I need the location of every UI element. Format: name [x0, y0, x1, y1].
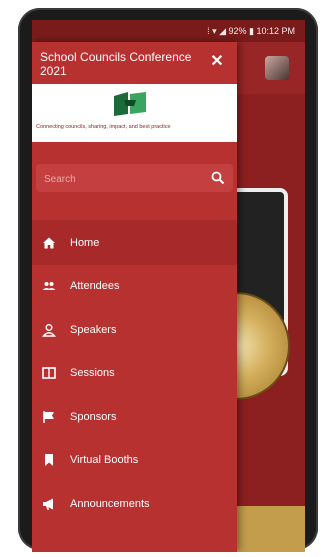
sidebar-item-label: Announcements [70, 497, 150, 510]
sidebar-item-label: Speakers [70, 323, 117, 336]
sidebar-item-label: Sponsors [70, 410, 117, 423]
drawer-title: School Councils Conference 2021 [40, 50, 192, 78]
navigation-drawer: School Councils Conference 2021 ✕ Connec… [32, 42, 237, 552]
sidebar-item-sessions[interactable]: Sessions [32, 352, 237, 396]
app-screen: ⁞ ▾ ◢ 92% ▮ 10:12 PM School Councils Con… [32, 20, 305, 552]
bookmark-icon [42, 453, 56, 467]
sidebar-item-speakers[interactable]: Speakers [32, 308, 237, 352]
status-text: ⁞ ▾ ◢ 92% ▮ 10:12 PM [207, 25, 295, 36]
megaphone-icon [42, 497, 56, 511]
conference-tagline: Connecting councils, sharing, impact, an… [36, 124, 171, 130]
sidebar-item-sponsors[interactable]: Sponsors [32, 395, 237, 439]
sidebar-item-home[interactable]: Home [32, 221, 237, 265]
book-icon [42, 366, 56, 380]
status-bar: ⁞ ▾ ◢ 92% ▮ 10:12 PM [32, 20, 305, 42]
home-icon [42, 236, 56, 250]
search-box[interactable] [36, 164, 233, 194]
sidebar-item-announcements[interactable]: Announcements [32, 482, 237, 526]
avatar[interactable] [265, 56, 289, 80]
flag-icon [42, 410, 56, 424]
search-input[interactable] [36, 164, 196, 194]
sidebar-item-attendees[interactable]: Attendees [32, 265, 237, 309]
people-icon [42, 279, 56, 293]
conference-banner: Connecting councils, sharing, impact, an… [32, 84, 237, 142]
phone-frame: ⁞ ▾ ◢ 92% ▮ 10:12 PM School Councils Con… [18, 8, 318, 552]
conference-logo [114, 92, 146, 116]
nav-list: Home Attendees Speakers Sessions Sponsor… [32, 221, 237, 526]
sidebar-item-label: Home [70, 236, 100, 249]
sidebar-item-label: Attendees [70, 280, 120, 293]
search-icon[interactable] [211, 171, 225, 185]
person-icon [42, 323, 56, 337]
close-icon[interactable]: ✕ [209, 54, 225, 70]
drawer-header: School Councils Conference 2021 ✕ [32, 42, 237, 84]
sidebar-item-label: Virtual Booths [70, 454, 139, 467]
sidebar-item-label: Sessions [70, 367, 115, 380]
sidebar-item-virtual-booths[interactable]: Virtual Booths [32, 439, 237, 483]
